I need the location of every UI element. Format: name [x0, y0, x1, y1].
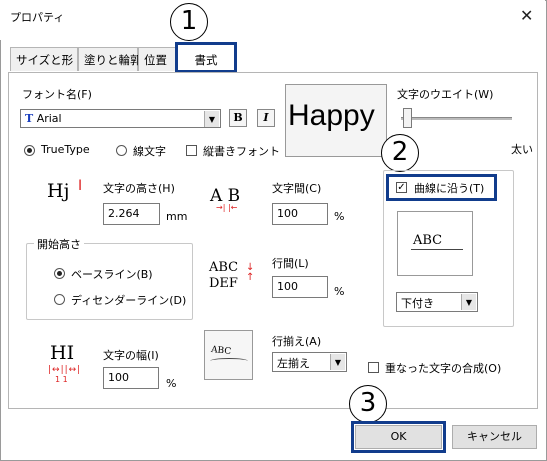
close-icon[interactable]: ✕: [520, 6, 533, 25]
callout-1: 1: [170, 3, 208, 41]
font-name-label: フォント名(F): [22, 88, 92, 101]
weight-slider-thumb[interactable]: [403, 108, 412, 128]
truetype-label: TrueType: [41, 143, 90, 156]
char-width-sub-label: 1 1: [55, 375, 68, 384]
tab-fill-outline[interactable]: 塗りと輪郭: [78, 47, 142, 71]
overlap-checkbox[interactable]: [368, 362, 379, 373]
font-name-value: Arial: [36, 112, 62, 125]
callout-2: 2: [381, 134, 419, 172]
align-dropdown[interactable]: 左揃え ▼: [272, 352, 347, 372]
weight-max-label: 太い: [511, 143, 533, 156]
font-name-dropdown[interactable]: T Arial ▼: [20, 109, 221, 128]
char-spacing-marker-icon: →| |←: [216, 203, 238, 212]
char-width-input[interactable]: 100: [103, 367, 159, 389]
start-height-title: 開始高さ: [34, 236, 84, 252]
overlap-label: 重なった文字の合成(O): [385, 362, 502, 375]
descender-radio[interactable]: [54, 294, 65, 305]
char-width-unit: %: [166, 377, 177, 390]
descender-label: ディセンダーライン(D): [71, 294, 187, 307]
ok-button[interactable]: OK: [355, 425, 442, 449]
curve-position-value: 下付き: [401, 297, 434, 310]
char-width-icon: HI: [50, 342, 75, 364]
title-bar: [0, 0, 545, 40]
line-font-radio[interactable]: [116, 145, 127, 156]
char-spacing-label: 文字間(C): [272, 182, 322, 195]
char-width-marker-icon: |↔||↔|: [48, 365, 82, 375]
char-width-label: 文字の幅(I): [103, 349, 159, 362]
weight-label: 文字のウエイト(W): [397, 88, 494, 101]
line-spacing-icon-line2: DEF: [209, 276, 238, 291]
line-spacing-icon-line1: ABC: [209, 260, 239, 275]
char-spacing-unit: %: [334, 210, 345, 223]
follow-curve-checkbox[interactable]: ✓: [396, 182, 407, 193]
bold-button[interactable]: B: [229, 109, 247, 127]
follow-curve-label: 曲線に沿う(T): [414, 182, 485, 195]
align-value: 左揃え: [277, 357, 310, 370]
curve-position-dropdown[interactable]: 下付き ▼: [396, 292, 478, 312]
vertical-font-label: 縦書きフォント: [203, 145, 280, 158]
char-height-unit: mm: [166, 210, 188, 223]
callout-3: 3: [349, 385, 387, 423]
cancel-button[interactable]: キャンセル: [452, 425, 537, 449]
char-height-icon: Hj: [47, 180, 70, 202]
chevron-down-icon: ▼: [204, 111, 219, 127]
baseline-label: ベースライン(B): [71, 268, 153, 281]
baseline-radio[interactable]: [54, 268, 65, 279]
vertical-font-checkbox[interactable]: [186, 145, 197, 156]
line-font-label: 線文字: [133, 145, 166, 158]
chevron-down-icon: ▼: [461, 294, 476, 310]
truetype-icon: T: [25, 112, 34, 125]
align-preview-text: ABC: [210, 344, 232, 358]
window-title: プロパティ: [10, 11, 65, 24]
font-preview-text: Happy: [288, 99, 375, 132]
curve-preview-line: [411, 249, 463, 250]
tab-position[interactable]: 位置: [138, 47, 176, 71]
truetype-radio[interactable]: [24, 145, 35, 156]
italic-button[interactable]: I: [257, 109, 275, 127]
chevron-down-icon: ▼: [330, 354, 345, 370]
line-spacing-marker-icon: ↓ ↑: [246, 262, 255, 283]
char-spacing-input[interactable]: 100: [272, 203, 328, 225]
line-spacing-input[interactable]: 100: [272, 276, 328, 298]
char-height-input[interactable]: 2.264: [103, 203, 160, 225]
char-height-label: 文字の高さ(H): [103, 182, 175, 195]
weight-slider-track: [401, 117, 512, 120]
line-spacing-label: 行間(L): [272, 257, 309, 270]
char-height-marker-icon: I: [78, 178, 83, 194]
tab-size-shape[interactable]: サイズと形: [10, 47, 78, 71]
align-curve-icon: [210, 358, 248, 364]
align-label: 行揃え(A): [272, 335, 322, 348]
line-spacing-unit: %: [334, 285, 345, 298]
curve-preview-text: ABC: [413, 233, 443, 248]
tab-format[interactable]: 書式: [175, 42, 237, 73]
